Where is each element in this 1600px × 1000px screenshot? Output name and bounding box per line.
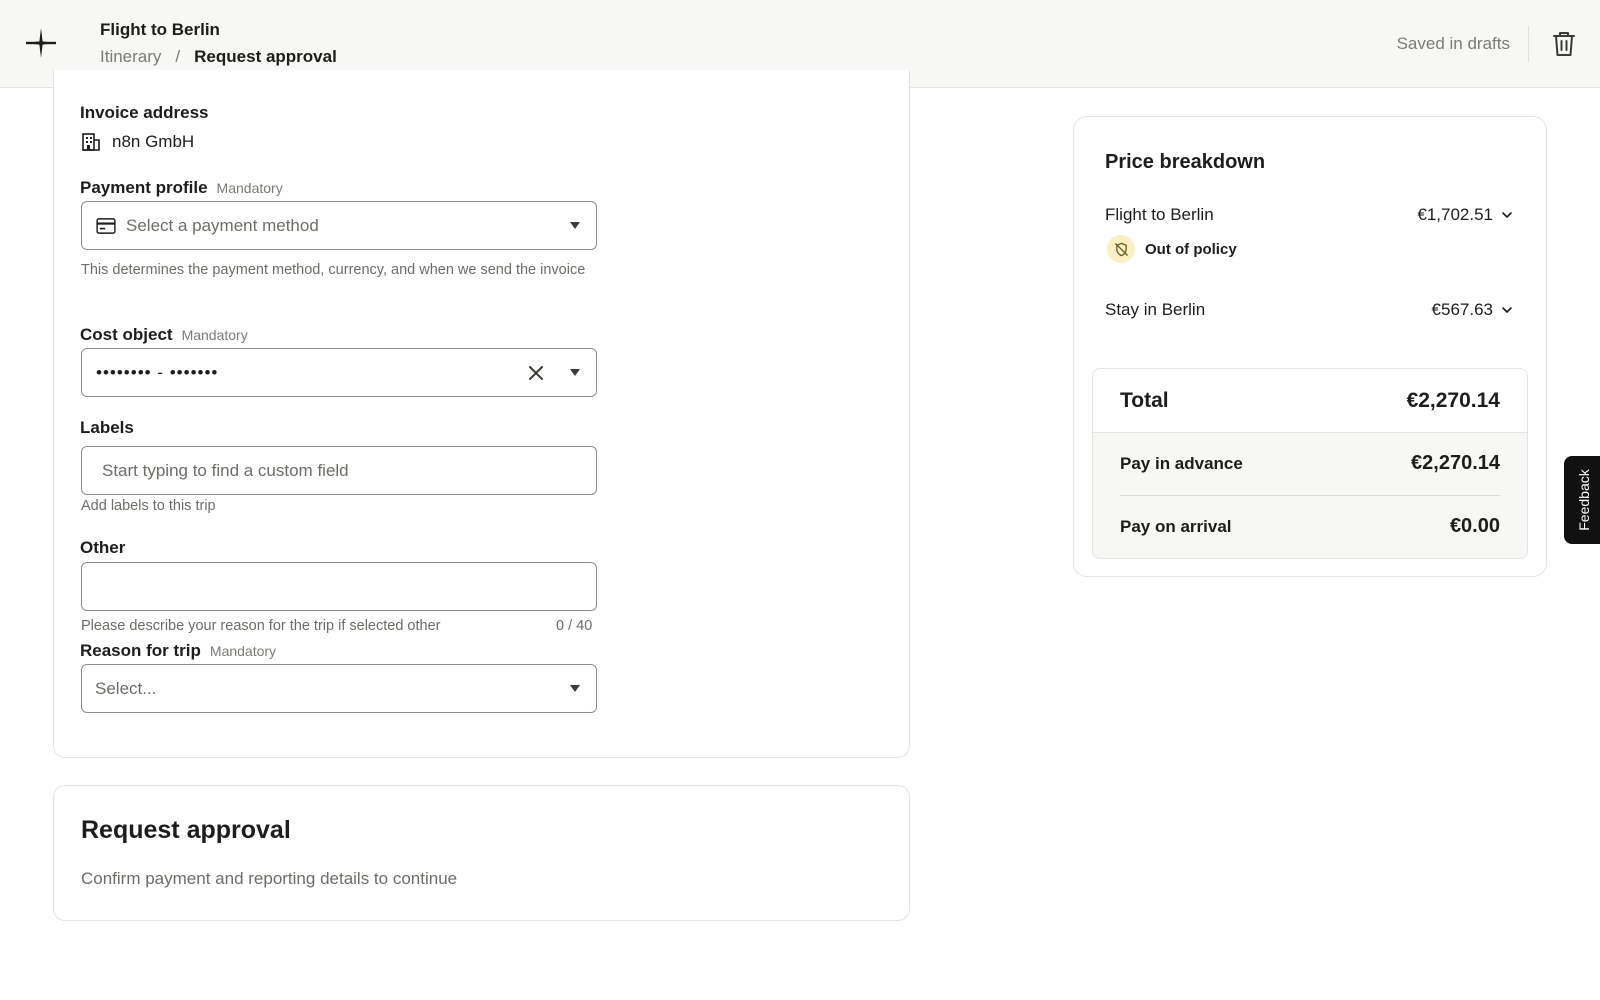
breadcrumb-separator: / <box>175 47 181 66</box>
cost-object-label: Cost object Mandatory <box>80 325 248 345</box>
out-of-policy-text: Out of policy <box>1145 240 1237 258</box>
total-value: €2,270.14 <box>1406 389 1500 412</box>
dropdown-caret-icon <box>570 222 580 229</box>
request-approval-card: Request approval Confirm payment and rep… <box>53 785 910 921</box>
breadcrumb-current: Request approval <box>194 47 337 66</box>
reason-for-trip-label: Reason for trip Mandatory <box>80 641 276 661</box>
header-divider <box>1528 26 1529 62</box>
other-helper: Please describe your reason for the trip… <box>81 618 441 634</box>
trash-icon[interactable] <box>1551 30 1577 58</box>
reason-for-trip-select[interactable]: Select... <box>81 664 597 713</box>
pay-on-arrival-value: €0.00 <box>1449 515 1500 537</box>
payment-method-placeholder: Select a payment method <box>126 215 319 235</box>
chevron-down-icon <box>1502 307 1512 313</box>
out-of-policy-badge: Out of policy <box>1107 235 1237 263</box>
invoice-address-row: n8n GmbH <box>80 131 194 153</box>
trip-title: Flight to Berlin <box>100 20 220 39</box>
payment-profile-label-text: Payment profile <box>80 178 208 197</box>
total-row: Total €2,270.14 <box>1093 369 1527 433</box>
invoice-address-label: Invoice address <box>80 103 209 123</box>
payment-profile-label: Payment profile Mandatory <box>80 178 283 198</box>
invoice-address-label-text: Invoice address <box>80 103 209 122</box>
breadcrumb-itinerary-link[interactable]: Itinerary <box>100 47 161 67</box>
mandatory-tag: Mandatory <box>216 180 283 196</box>
shield-off-icon <box>1107 235 1135 263</box>
character-counter: 0 / 40 <box>556 618 593 634</box>
feedback-tab[interactable]: Feedback <box>1564 456 1600 544</box>
save-status: Saved in drafts <box>1396 34 1510 53</box>
request-approval-subtitle: Confirm payment and reporting details to… <box>81 869 458 888</box>
cost-object-select[interactable]: •••••••• - ••••••• <box>81 348 597 397</box>
stay-price-toggle[interactable]: €567.63 <box>1432 300 1513 320</box>
dropdown-caret-icon <box>570 369 580 376</box>
chevron-down-icon <box>1502 212 1512 218</box>
dropdown-caret-icon <box>570 685 580 692</box>
payment-method-select[interactable]: Select a payment method <box>81 201 597 250</box>
reason-for-trip-label-text: Reason for trip <box>80 641 201 660</box>
other-label-text: Other <box>80 538 126 557</box>
labels-input[interactable]: Start typing to find a custom field <box>81 446 597 495</box>
pay-in-advance-value: €2,270.14 <box>1411 452 1500 474</box>
flight-price-value: €1,702.51 <box>1417 205 1493 224</box>
feedback-label: Feedback <box>1576 469 1592 531</box>
labels-helper: Add labels to this trip <box>81 498 216 514</box>
cost-object-label-text: Cost object <box>80 325 173 344</box>
other-reason-input[interactable] <box>81 562 597 611</box>
labels-placeholder: Start typing to find a custom field <box>102 460 349 480</box>
building-icon <box>82 133 100 151</box>
total-label: Total <box>1120 389 1169 412</box>
cost-object-value: •••••••• - ••••••• <box>96 362 219 382</box>
flight-price-label: Flight to Berlin <box>1105 205 1214 224</box>
flight-price-toggle[interactable]: €1,702.51 <box>1417 205 1513 225</box>
clear-icon[interactable] <box>528 365 544 381</box>
mandatory-tag: Mandatory <box>209 643 277 659</box>
pay-in-advance-label: Pay in advance <box>1120 454 1243 473</box>
request-approval-title: Request approval <box>81 816 291 844</box>
pay-on-arrival-label: Pay on arrival <box>1120 517 1232 536</box>
totals-divider <box>1120 495 1500 496</box>
price-breakdown-title: Price breakdown <box>1105 151 1266 173</box>
stay-price-value: €567.63 <box>1431 300 1493 319</box>
credit-card-icon <box>96 217 116 234</box>
mandatory-tag: Mandatory <box>181 327 248 343</box>
other-label: Other <box>80 538 125 558</box>
price-breakdown-card: Price breakdown Flight to Berlin €1,702.… <box>1073 116 1547 577</box>
invoice-company: n8n GmbH <box>112 132 195 151</box>
reason-placeholder: Select... <box>95 678 157 698</box>
breadcrumb: Itinerary / Request approval <box>100 47 337 67</box>
totals-box: Total €2,270.14 Pay in advance €2,270.14… <box>1092 368 1528 559</box>
stay-price-label: Stay in Berlin <box>1105 300 1206 319</box>
payment-profile-helper: This determines the payment method, curr… <box>81 262 586 278</box>
labels-label-text: Labels <box>80 418 134 437</box>
plane-logo-icon[interactable] <box>22 24 60 62</box>
labels-label: Labels <box>80 418 134 438</box>
